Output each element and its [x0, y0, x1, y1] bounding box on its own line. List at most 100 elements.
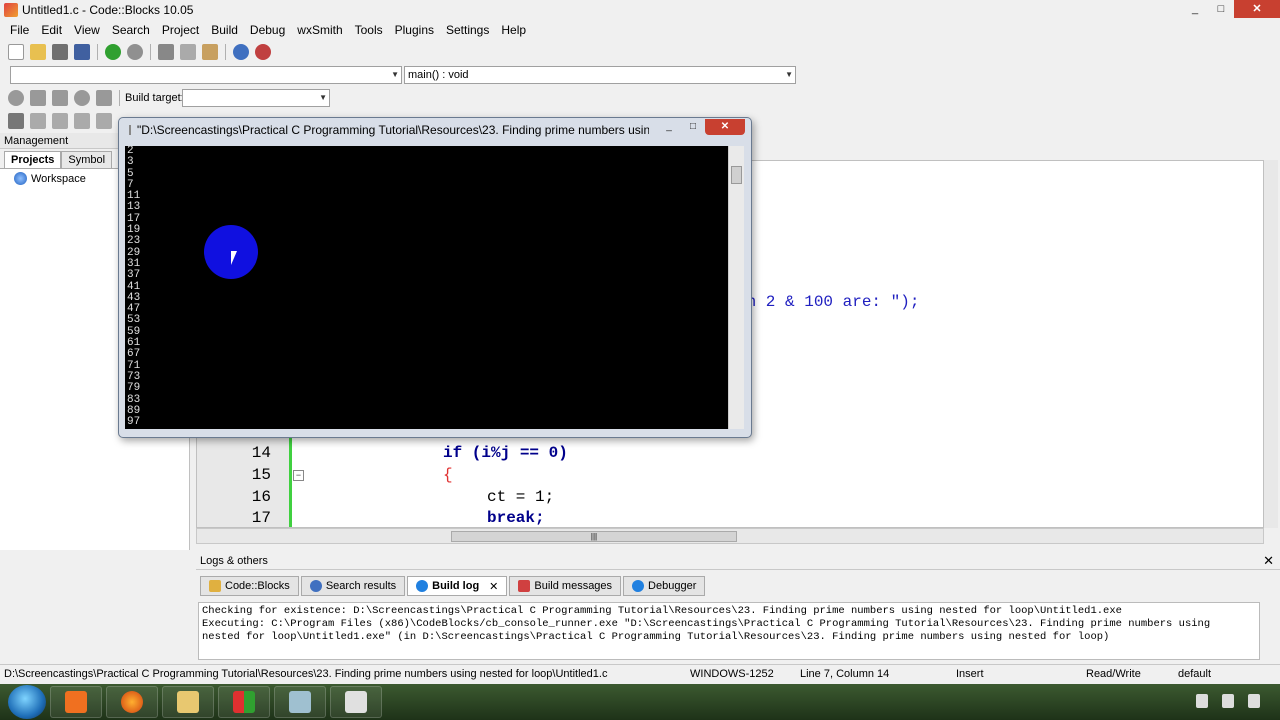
open-file-icon[interactable]: [30, 44, 46, 60]
step-out-icon[interactable]: [96, 113, 112, 129]
tab-build-log[interactable]: Build log ✕: [407, 576, 508, 596]
abort-icon[interactable]: [96, 90, 112, 106]
function-combo[interactable]: main() : void ▼: [404, 66, 796, 84]
console-close-button[interactable]: ✕: [705, 119, 745, 135]
build-toolbar: Build target:: [6, 87, 184, 109]
menu-tools[interactable]: Tools: [349, 23, 389, 37]
undo-icon[interactable]: [105, 44, 121, 60]
paste-icon[interactable]: [202, 44, 218, 60]
menu-view[interactable]: View: [68, 23, 106, 37]
scroll-thumb[interactable]: [731, 166, 742, 184]
taskbar-console[interactable]: [330, 686, 382, 718]
console-output-line: 41: [127, 280, 141, 293]
line-number: 17: [251, 509, 271, 527]
tab-symbols[interactable]: Symbol: [61, 151, 113, 168]
title-bar: Untitled1.c - Code::Blocks 10.05 _ □ ✕: [0, 0, 1280, 19]
logs-panel: Logs & others ✕ Code::Blocks Search resu…: [196, 552, 1280, 662]
logs-tabs: Code::Blocks Search results Build log ✕ B…: [200, 576, 707, 598]
xampp-icon: [65, 691, 87, 713]
console-output-line: 61: [127, 337, 141, 350]
firefox-icon: [121, 691, 143, 713]
start-button[interactable]: [8, 685, 46, 719]
tab-debugger[interactable]: Debugger: [623, 576, 706, 596]
console-output-line: 5: [127, 167, 134, 180]
menu-file[interactable]: File: [4, 23, 35, 37]
close-button[interactable]: ✕: [1234, 0, 1280, 18]
menu-plugins[interactable]: Plugins: [389, 23, 440, 37]
build-target-combo[interactable]: ▼: [182, 89, 330, 107]
menu-project[interactable]: Project: [156, 23, 205, 37]
volume-icon[interactable]: [1248, 694, 1260, 708]
menu-wxsmith[interactable]: wxSmith: [291, 23, 348, 37]
tab-close-icon[interactable]: ✕: [489, 580, 498, 593]
find-icon[interactable]: [233, 44, 249, 60]
tab-label: Debugger: [648, 580, 697, 592]
tab-codeblocks[interactable]: Code::Blocks: [200, 576, 299, 596]
app-icon: [233, 691, 255, 713]
tab-build-messages[interactable]: Build messages: [509, 576, 622, 596]
logs-close-icon[interactable]: ✕: [1263, 552, 1274, 570]
taskbar-app[interactable]: [218, 686, 270, 718]
menu-help[interactable]: Help: [495, 23, 532, 37]
main-toolbar: [6, 41, 273, 63]
console-output-line: 47: [127, 303, 141, 316]
status-insert-mode: Insert: [956, 668, 984, 680]
toolbar-separator: [225, 44, 226, 60]
cut-icon[interactable]: [158, 44, 174, 60]
menu-settings[interactable]: Settings: [440, 23, 495, 37]
step-into-icon[interactable]: [74, 113, 90, 129]
build-gear-icon[interactable]: [8, 90, 24, 106]
tab-label: Build log: [432, 580, 480, 592]
console-window[interactable]: "D:\Screencastings\Practical C Programmi…: [118, 117, 752, 438]
tab-search-results[interactable]: Search results: [300, 576, 406, 596]
minimize-button[interactable]: _: [1182, 0, 1208, 18]
status-encoding: WINDOWS-1252: [690, 668, 774, 680]
console-output[interactable]: 2 3 5 7 11 13 17 19 23 29 31 37 41 43 47 53 59 61 67 71 73 79…: [125, 146, 728, 429]
chevron-down-icon: ▼: [785, 70, 793, 79]
taskbar-codeblocks[interactable]: [274, 686, 326, 718]
menu-debug[interactable]: Debug: [244, 23, 291, 37]
tab-projects[interactable]: Projects: [4, 151, 62, 168]
debug-icon[interactable]: [8, 113, 24, 129]
menu-build[interactable]: Build: [205, 23, 244, 37]
console-scrollbar[interactable]: [728, 146, 744, 429]
mouse-pointer-icon: [231, 251, 237, 265]
run-to-cursor-icon[interactable]: [30, 113, 46, 129]
run-icon[interactable]: [30, 90, 46, 106]
save-all-icon[interactable]: [74, 44, 90, 60]
codeblocks-app-icon: [4, 2, 18, 17]
console-maximize-button[interactable]: □: [681, 119, 705, 135]
save-icon[interactable]: [52, 44, 68, 60]
taskbar-firefox[interactable]: [106, 686, 158, 718]
taskbar-explorer[interactable]: [162, 686, 214, 718]
console-output-line: 97: [127, 416, 141, 429]
build-log-text[interactable]: Checking for existence: D:\Screencasting…: [198, 602, 1260, 660]
menu-search[interactable]: Search: [106, 23, 156, 37]
console-output-line: 2: [127, 146, 134, 157]
next-line-icon[interactable]: [52, 113, 68, 129]
new-file-icon[interactable]: [8, 44, 24, 60]
menu-edit[interactable]: Edit: [35, 23, 68, 37]
build-and-run-icon[interactable]: [52, 90, 68, 106]
search-icon: [309, 580, 322, 592]
scope-combo[interactable]: ▼: [10, 66, 402, 84]
replace-icon[interactable]: [255, 44, 271, 60]
fold-toggle[interactable]: −: [293, 470, 304, 481]
console-output-line: 67: [127, 348, 141, 361]
editor-horizontal-scrollbar[interactable]: |||: [196, 528, 1264, 544]
redo-icon[interactable]: [127, 44, 143, 60]
maximize-button[interactable]: □: [1208, 0, 1234, 18]
console-minimize-button[interactable]: _: [657, 119, 681, 135]
code-line: break;: [487, 509, 545, 527]
menu-bar: File Edit View Search Project Build Debu…: [0, 20, 1280, 40]
copy-icon[interactable]: [180, 44, 196, 60]
taskbar-xampp[interactable]: [50, 686, 102, 718]
rebuild-icon[interactable]: [74, 90, 90, 106]
line-number: 15: [251, 466, 271, 484]
editor-vertical-scrollbar[interactable]: [1264, 160, 1278, 528]
log-line: Executing: C:\Program Files (x86)\CodeBl…: [202, 618, 1211, 630]
battery-icon[interactable]: [1196, 694, 1208, 708]
network-icon[interactable]: [1222, 694, 1234, 708]
scroll-thumb[interactable]: |||: [451, 531, 737, 542]
pin-icon: [518, 580, 531, 592]
